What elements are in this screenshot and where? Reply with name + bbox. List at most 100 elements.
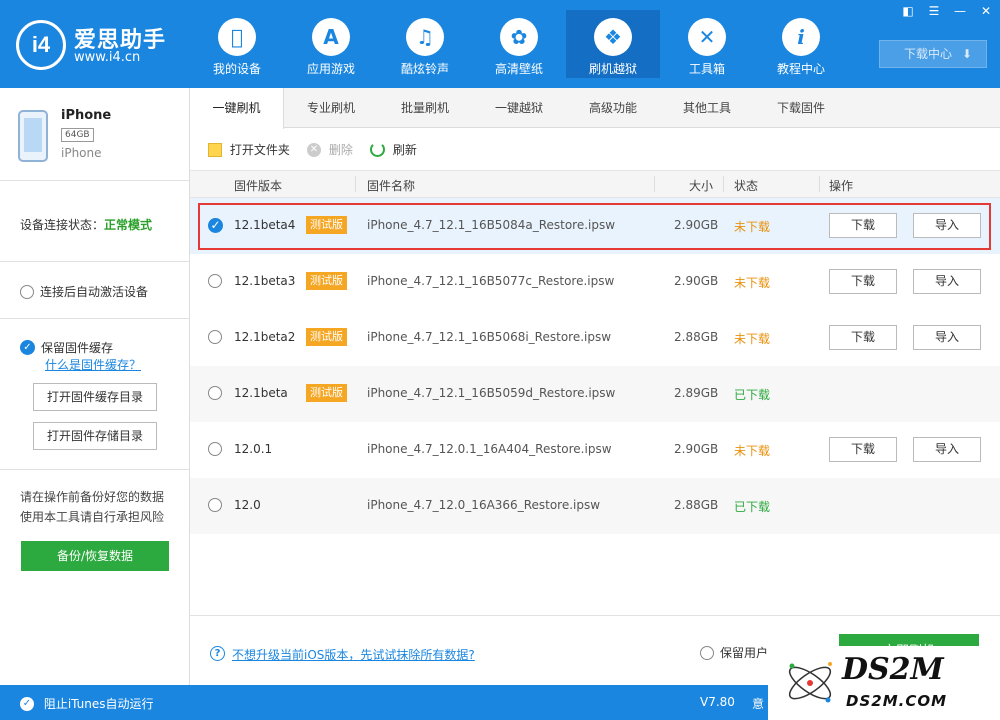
radio-icon[interactable]	[208, 330, 222, 344]
tab-pro-flash[interactable]: 专业刷机	[284, 88, 378, 128]
connection-status-label: 设备连接状态：	[20, 218, 105, 232]
tools-icon: ✕	[688, 18, 726, 56]
nav-apps-games[interactable]: A 应用游戏	[284, 10, 378, 78]
open-folder-button[interactable]: 打开文件夹	[208, 141, 290, 158]
radio-icon[interactable]	[208, 274, 222, 288]
nav-my-device[interactable]:  我的设备	[190, 10, 284, 78]
radio-icon[interactable]	[208, 442, 222, 456]
block-itunes-label: 阻止iTunes自动运行	[43, 697, 154, 711]
checkmark-icon[interactable]: ✓	[20, 696, 34, 711]
table-row[interactable]: 12.1beta3 测试版 iPhone_4.7_12.1_16B5077c_R…	[190, 254, 1000, 310]
keep-cache-option[interactable]: ✓ 保留固件缓存	[20, 339, 113, 356]
refresh-button[interactable]: 刷新	[370, 141, 417, 158]
firmware-size: 2.88GB	[674, 330, 719, 344]
menu-icon[interactable]: ☰	[926, 4, 942, 18]
download-button[interactable]: 下载	[829, 325, 897, 350]
window-controls: ◧ ☰ — ✕	[900, 4, 994, 20]
tab-bar: 一键刷机 专业刷机 批量刷机 一键越狱 高级功能 其他工具 下载固件	[190, 88, 1000, 129]
nav-label: 应用游戏	[306, 62, 355, 76]
device-capacity: 64GB	[61, 128, 94, 142]
divider	[0, 469, 189, 470]
divider	[0, 318, 189, 319]
nav-ringtones[interactable]: ♫ 酷炫铃声	[378, 10, 472, 78]
column-divider	[819, 176, 820, 192]
nav-flash-jailbreak[interactable]: ❖ 刷机越狱	[566, 10, 660, 78]
watermark: DS2M DS2M.COM	[768, 646, 1000, 720]
app-store-icon: A	[312, 18, 350, 56]
firmware-status: 未下载	[734, 332, 771, 346]
connection-status-value: 正常模式	[104, 218, 153, 232]
minimize-icon[interactable]: —	[952, 4, 968, 18]
nav-toolbox[interactable]: ✕ 工具箱	[660, 10, 754, 78]
feedback-link[interactable]: 意	[752, 695, 764, 712]
atom-logo-icon	[788, 662, 832, 703]
nav-tutorials[interactable]: i 教程中心	[754, 10, 848, 78]
table-row[interactable]: 12.1beta2 测试版 iPhone_4.7_12.1_16B5068i_R…	[190, 310, 1000, 366]
nav-label: 刷机越狱	[588, 62, 637, 76]
sidebar: iPhone 64GB iPhone 设备连接状态：正常模式 连接后自动激活设备…	[0, 88, 190, 685]
skin-icon[interactable]: ◧	[900, 4, 916, 18]
device-name: iPhone	[61, 108, 112, 123]
delete-label: 删除	[328, 143, 353, 157]
firmware-version: 12.1beta	[234, 386, 288, 400]
delete-button[interactable]: ✕ 删除	[307, 141, 353, 158]
block-itunes-option[interactable]: ✓ 阻止iTunes自动运行	[20, 695, 154, 712]
import-button[interactable]: 导入	[913, 269, 981, 294]
table-row[interactable]: 12.1beta 测试版 iPhone_4.7_12.1_16B5059d_Re…	[190, 366, 1000, 422]
beta-badge: 测试版	[306, 272, 347, 290]
download-icon: ⬇	[961, 47, 972, 61]
col-name[interactable]: 固件名称	[367, 177, 415, 194]
warning-text: 使用本工具请自行承担风险	[20, 510, 165, 524]
close-icon[interactable]: ✕	[978, 4, 994, 18]
nav-label: 我的设备	[212, 62, 261, 76]
erase-data-link[interactable]: 不想升级当前iOS版本，先试试抹除所有数据?	[232, 646, 475, 663]
radio-icon[interactable]	[20, 284, 34, 299]
nav-wallpapers[interactable]: ✿ 高清壁纸	[472, 10, 566, 78]
tab-other-tools[interactable]: 其他工具	[660, 88, 754, 128]
keep-cache-label: 保留固件缓存	[41, 341, 114, 355]
col-version[interactable]: 固件版本	[234, 177, 282, 194]
app-logo: i4 爱思助手 www.i4.cn	[16, 18, 176, 70]
download-center-label: 下载中心	[904, 47, 953, 61]
import-button[interactable]: 导入	[913, 437, 981, 462]
radio-icon[interactable]	[700, 645, 714, 660]
download-button[interactable]: 下载	[829, 437, 897, 462]
col-action: 操作	[829, 179, 854, 193]
tab-advanced[interactable]: 高级功能	[566, 88, 660, 128]
download-center-button[interactable]: 下载中心 ⬇	[879, 40, 987, 68]
table-row[interactable]: 12.0.1 iPhone_4.7_12.0.1_16A404_Restore.…	[190, 422, 1000, 478]
watermark-text: DS2M	[842, 652, 944, 687]
tab-batch-flash[interactable]: 批量刷机	[378, 88, 472, 128]
download-button[interactable]: 下载	[829, 269, 897, 294]
auto-activate-label: 连接后自动激活设备	[40, 285, 149, 299]
backup-restore-button[interactable]: 备份/恢复数据	[21, 541, 169, 571]
radio-icon[interactable]	[208, 386, 222, 400]
import-button[interactable]: 导入	[913, 325, 981, 350]
col-status[interactable]: 状态	[734, 177, 758, 194]
logo-site: www.i4.cn	[74, 50, 141, 65]
auto-activate-option[interactable]: 连接后自动激活设备	[20, 283, 148, 300]
firmware-name: iPhone_4.7_12.1_16B5068i_Restore.ipsw	[367, 330, 612, 344]
question-icon: ?	[210, 646, 225, 661]
open-store-dir-button[interactable]: 打开固件存储目录	[33, 422, 157, 450]
what-is-cache-link[interactable]: 什么是固件缓存？	[45, 356, 141, 373]
checkmark-icon[interactable]: ✓	[20, 340, 35, 355]
firmware-name: iPhone_4.7_12.0_16A366_Restore.ipsw	[367, 498, 601, 512]
col-size[interactable]: 大小	[689, 177, 713, 194]
radio-icon[interactable]	[208, 498, 222, 512]
column-divider	[654, 176, 655, 192]
firmware-name: iPhone_4.7_12.1_16B5059d_Restore.ipsw	[367, 386, 616, 400]
refresh-label: 刷新	[392, 143, 417, 157]
firmware-name: iPhone_4.7_12.0.1_16A404_Restore.ipsw	[367, 442, 612, 456]
dropbox-box-icon: ❖	[594, 18, 632, 56]
bell-icon: ♫	[406, 18, 444, 56]
beta-badge: 测试版	[306, 384, 347, 402]
tab-one-click-flash[interactable]: 一键刷机	[190, 88, 284, 129]
table-row[interactable]: 12.0 iPhone_4.7_12.0_16A366_Restore.ipsw…	[190, 478, 1000, 534]
firmware-status: 已下载	[734, 500, 771, 514]
device-model: iPhone	[61, 146, 102, 160]
connection-status: 设备连接状态：正常模式	[20, 216, 152, 233]
tab-one-click-jailbreak[interactable]: 一键越狱	[472, 88, 566, 128]
tab-download-firmware[interactable]: 下载固件	[754, 88, 848, 128]
open-cache-dir-button[interactable]: 打开固件缓存目录	[33, 383, 157, 411]
